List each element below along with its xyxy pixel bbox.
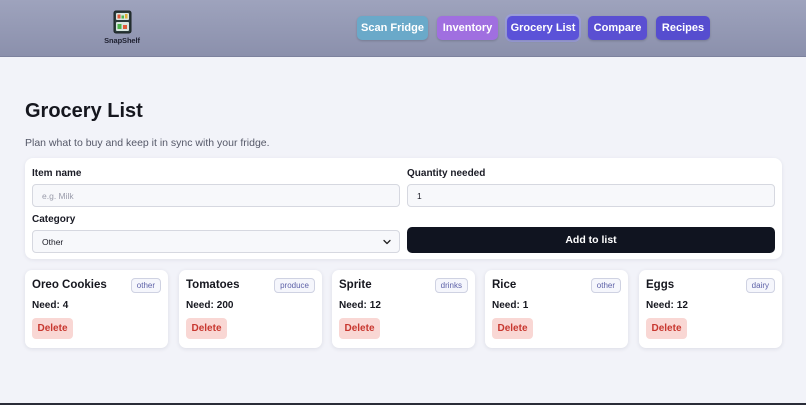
delete-button[interactable]: Delete: [186, 318, 227, 339]
need-label: Need:: [186, 300, 214, 311]
item-need: Need: 12: [339, 300, 381, 311]
item-name: Oreo Cookies: [32, 279, 107, 291]
nav-grocery-list-button[interactable]: Grocery List: [507, 16, 579, 40]
delete-button[interactable]: Delete: [32, 318, 73, 339]
grocery-item-card: Tomatoes produce Need: 200 Delete: [179, 270, 322, 348]
need-label: Need:: [339, 300, 367, 311]
page-title: Grocery List: [25, 100, 143, 122]
need-label: Need:: [646, 300, 674, 311]
item-name: Eggs: [646, 279, 675, 291]
item-need: Need: 1: [492, 300, 528, 311]
quantity-input[interactable]: 1: [407, 184, 775, 207]
nav-recipes-button[interactable]: Recipes: [656, 16, 710, 40]
item-name: Tomatoes: [186, 279, 240, 291]
category-badge: drinks: [434, 278, 468, 293]
top-navbar: SnapShelf Scan Fridge Inventory Grocery …: [0, 0, 806, 57]
item-name: Sprite: [339, 279, 372, 291]
grocery-item-card: Rice other Need: 1 Delete: [485, 270, 628, 348]
need-quantity: 12: [369, 300, 381, 311]
app-logo-text: SnapShelf: [104, 36, 140, 45]
need-quantity: 1: [522, 300, 529, 311]
add-to-list-button[interactable]: Add to list: [407, 227, 775, 253]
category-badge: other: [590, 278, 621, 293]
category-badge: produce: [274, 278, 315, 293]
need-label: Need:: [492, 300, 520, 311]
item-need: Need: 200: [186, 300, 233, 311]
delete-button[interactable]: Delete: [339, 318, 380, 339]
quantity-label: Quantity needed: [407, 168, 486, 179]
item-name: Rice: [492, 279, 517, 291]
item-name-input[interactable]: e.g. Milk: [32, 184, 400, 207]
category-badge: dairy: [745, 278, 775, 293]
need-quantity: 200: [216, 300, 234, 311]
nav-inventory-button[interactable]: Inventory: [437, 16, 498, 40]
grocery-item-card: Eggs dairy Need: 12 Delete: [639, 270, 782, 348]
need-quantity: 4: [62, 300, 69, 311]
grocery-item-card: Oreo Cookies other Need: 4 Delete: [25, 270, 168, 348]
need-label: Need:: [32, 300, 60, 311]
item-name-label: Item name: [32, 168, 82, 179]
delete-button[interactable]: Delete: [646, 318, 687, 339]
grocery-item-card: Sprite drinks Need: 12 Delete: [332, 270, 475, 348]
page-subtitle: Plan what to buy and keep it in sync wit…: [25, 137, 270, 149]
category-select[interactable]: Other: [32, 230, 400, 253]
category-badge: other: [130, 278, 161, 293]
category-selected-value: Other: [42, 236, 64, 247]
delete-button[interactable]: Delete: [492, 318, 533, 339]
fridge-logo-icon: [113, 10, 131, 34]
chevron-down-icon: [383, 239, 391, 245]
nav-compare-button[interactable]: Compare: [588, 16, 647, 40]
nav-scan-fridge-button[interactable]: Scan Fridge: [357, 16, 428, 40]
need-quantity: 12: [676, 300, 688, 311]
app-logo[interactable]: SnapShelf: [104, 10, 140, 45]
item-need: Need: 12: [646, 300, 688, 311]
add-item-form: Item name e.g. Milk Quantity needed 1 Ca…: [25, 158, 782, 259]
item-need: Need: 4: [32, 300, 68, 311]
category-label: Category: [32, 214, 76, 225]
